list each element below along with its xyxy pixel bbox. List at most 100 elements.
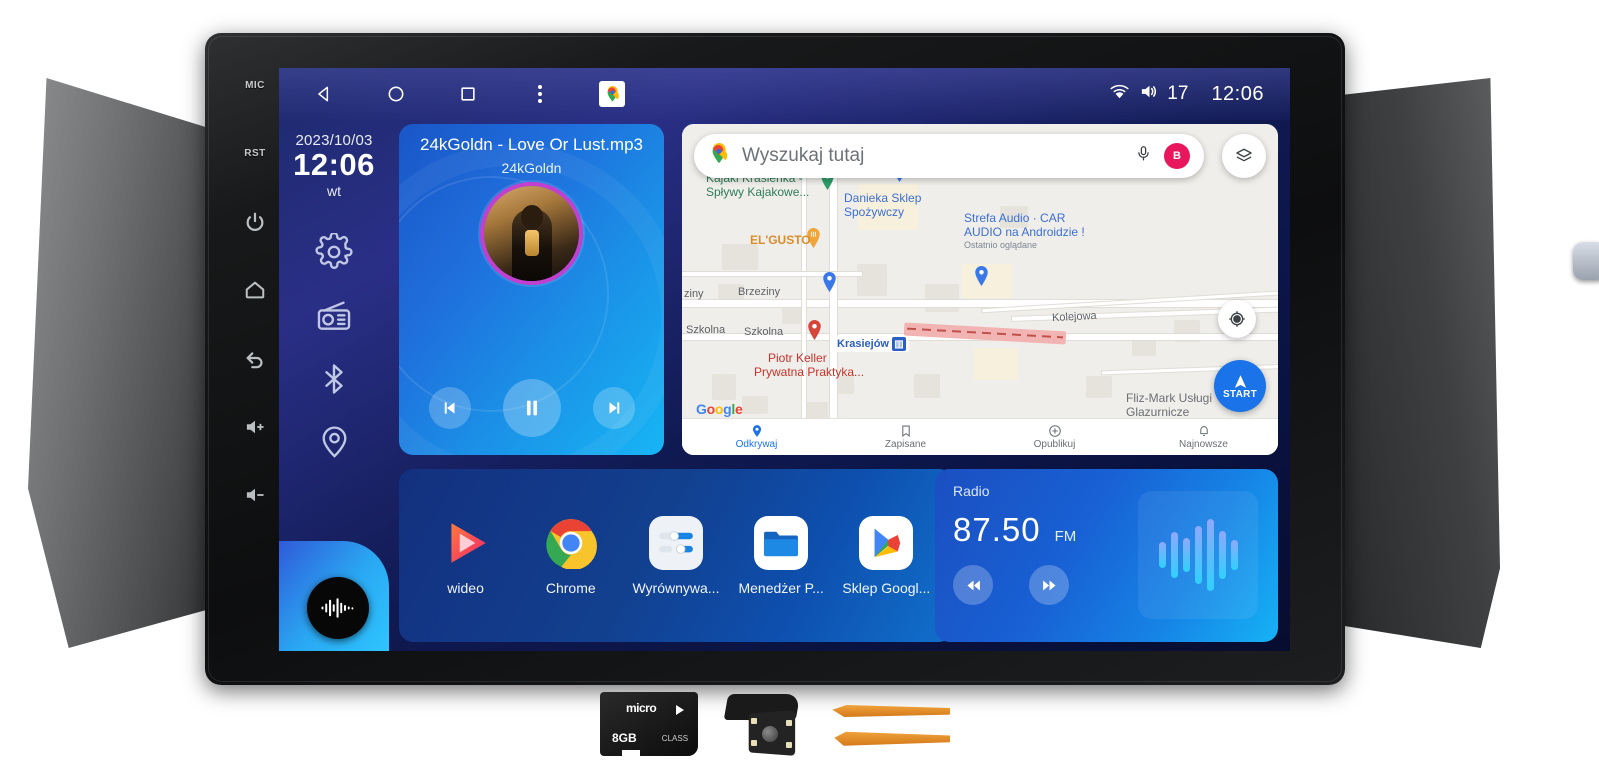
- map-nav-updates[interactable]: Najnowsze: [1129, 424, 1278, 450]
- poi-line-1: Fliz-Mark Usługi: [1126, 391, 1213, 405]
- radio-icon[interactable]: [315, 297, 353, 335]
- maps-app-icon[interactable]: [599, 81, 625, 107]
- pry-tool-2: [834, 731, 951, 746]
- rail-day-of-week: wt: [327, 182, 341, 199]
- sd-notch: [622, 750, 640, 757]
- music-controls: [399, 379, 664, 437]
- radio-seek-up-button[interactable]: [1029, 565, 1069, 605]
- map-locate-button[interactable]: [1218, 300, 1256, 338]
- map-search-bar[interactable]: Wyszukaj tutaj B: [694, 134, 1204, 178]
- equalizer-icon: [648, 515, 704, 571]
- volume-icon: [1139, 83, 1160, 106]
- map-nav-contribute[interactable]: Opublikuj: [980, 424, 1129, 450]
- map-nav-saved[interactable]: Zapisane: [831, 424, 980, 450]
- app-shortcut-chrome[interactable]: Chrome: [525, 515, 617, 596]
- camera-lens: [762, 726, 779, 742]
- map-start-navigation-button[interactable]: START: [1214, 360, 1266, 412]
- reset-hardware-button[interactable]: RST: [238, 138, 272, 168]
- map-poi-label: Strefa Audio · CAR AUDIO na Androidzie !…: [964, 211, 1085, 250]
- sd-class: CLASS: [661, 734, 689, 743]
- sd-size: 8GB: [612, 731, 637, 745]
- app-shortcut-play-store[interactable]: Sklep Googl...: [840, 515, 932, 596]
- android-screen: 17 12:06 2023/10/03 12:06 wt 24kGoldn - …: [279, 68, 1290, 651]
- radio-card[interactable]: Radio 87.50 FM: [935, 469, 1278, 642]
- street-label: Kolejowa: [1051, 309, 1097, 325]
- home-cards: 24kGoldn - Love Or Lust.mp3 24kGoldn zin…: [399, 124, 1278, 642]
- train-station-icon: ▥: [891, 337, 906, 351]
- map-nav-label: Najnowsze: [1179, 439, 1228, 450]
- previous-track-button[interactable]: [428, 387, 471, 429]
- radio-frequency: 87.50: [953, 511, 1041, 548]
- volume-down-icon[interactable]: [238, 480, 272, 510]
- overflow-menu-icon[interactable]: [527, 81, 553, 107]
- mic-button-label: MIC: [245, 79, 265, 91]
- pin-icon: [752, 425, 761, 437]
- folder-icon: [753, 515, 809, 571]
- app-shortcut-file-manager[interactable]: Menedżer P...: [735, 515, 827, 596]
- next-track-button[interactable]: [592, 387, 635, 429]
- home-icon[interactable]: [383, 81, 409, 107]
- avatar[interactable]: B: [1164, 143, 1190, 169]
- video-play-icon: [438, 515, 494, 571]
- mic-hardware-button[interactable]: MIC: [238, 70, 272, 100]
- status-bar: 17 12:06: [279, 68, 1290, 120]
- track-artist: 24kGoldn: [501, 160, 562, 176]
- volume-knob[interactable]: [1573, 242, 1599, 280]
- poi-line-2: Spożywczy: [844, 204, 905, 219]
- poi-line-1: Strefa Audio · CAR: [964, 211, 1066, 225]
- app-shortcut-equalizer[interactable]: Wyrównywa...: [630, 515, 722, 596]
- map-card[interactable]: ziny Brzeziny Szkolna Szkolna Kolejowa K…: [682, 124, 1278, 455]
- app-label: wideo: [447, 580, 484, 596]
- poi-line-1: EL'GUSTO: [750, 233, 811, 247]
- hardware-button-column: MIC RST: [232, 70, 278, 510]
- start-label: START: [1222, 388, 1258, 400]
- album-art-head: [520, 205, 543, 229]
- poi-line-2: Prywatna Praktyka...: [754, 364, 865, 379]
- recents-icon[interactable]: [455, 81, 481, 107]
- app-label: Wyrównywa...: [632, 580, 720, 596]
- rail-time: 12:06: [293, 147, 375, 182]
- rear-view-camera: [723, 692, 806, 756]
- bluetooth-icon[interactable]: [316, 361, 352, 397]
- volume-up-icon[interactable]: [238, 412, 272, 442]
- play-store-icon: [858, 515, 914, 571]
- map-pin-blue-2: [823, 272, 836, 292]
- back-icon[interactable]: [238, 343, 272, 373]
- microsd-card: micro 8GB CLASS: [600, 692, 699, 757]
- microphone-icon[interactable]: [1135, 145, 1152, 167]
- album-art-highlight: [524, 229, 539, 256]
- map-nav-label: Odkrywaj: [735, 439, 778, 450]
- pry-tools: [832, 695, 951, 753]
- navigation-arrow-icon: [1234, 374, 1246, 388]
- home-icon[interactable]: [238, 275, 272, 305]
- gear-icon[interactable]: [315, 232, 353, 271]
- back-icon[interactable]: [311, 81, 337, 107]
- power-icon[interactable]: [238, 207, 272, 237]
- music-player-card[interactable]: 24kGoldn - Love Or Lust.mp3 24kGoldn: [399, 124, 664, 455]
- app-shortcut-wideo[interactable]: wideo: [420, 515, 512, 596]
- radio-visualizer: [1138, 491, 1258, 619]
- map-layers-button[interactable]: [1222, 134, 1266, 178]
- map-search-placeholder: Wyszukaj tutaj: [742, 145, 865, 166]
- location-pin-icon[interactable]: [316, 423, 353, 460]
- sd-arrow-icon: [676, 705, 685, 715]
- app-label: Menedżer P...: [738, 580, 824, 596]
- status-indicators: 17 12:06: [1109, 83, 1290, 106]
- navigation-bar: [311, 81, 625, 107]
- map-poi-label: Danieka Sklep Spożywczy: [844, 191, 922, 220]
- poi-line-2: AUDIO na Androidzie !: [964, 224, 1085, 239]
- map-bottom-nav: Odkrywaj Zapisane Opublikuj Najnowsze: [682, 418, 1278, 455]
- map-nav-label: Zapisane: [884, 439, 927, 450]
- radio-seek-down-button[interactable]: [953, 565, 993, 605]
- poi-line-1: Danieka Sklep: [844, 191, 922, 205]
- map-station-label: Krasiejów ▥: [834, 336, 909, 352]
- play-pause-button[interactable]: [502, 379, 561, 437]
- maps-pin-icon: [708, 142, 730, 170]
- map-nav-explore[interactable]: Odkrywaj: [682, 424, 831, 450]
- map-poi-label: EL'GUSTO: [750, 233, 811, 248]
- status-clock: 12:06: [1211, 82, 1264, 105]
- voice-assistant-button[interactable]: [307, 577, 369, 639]
- sd-brand: micro: [626, 701, 657, 715]
- map-pin-red: [808, 320, 821, 340]
- pry-tool-1: [832, 705, 951, 717]
